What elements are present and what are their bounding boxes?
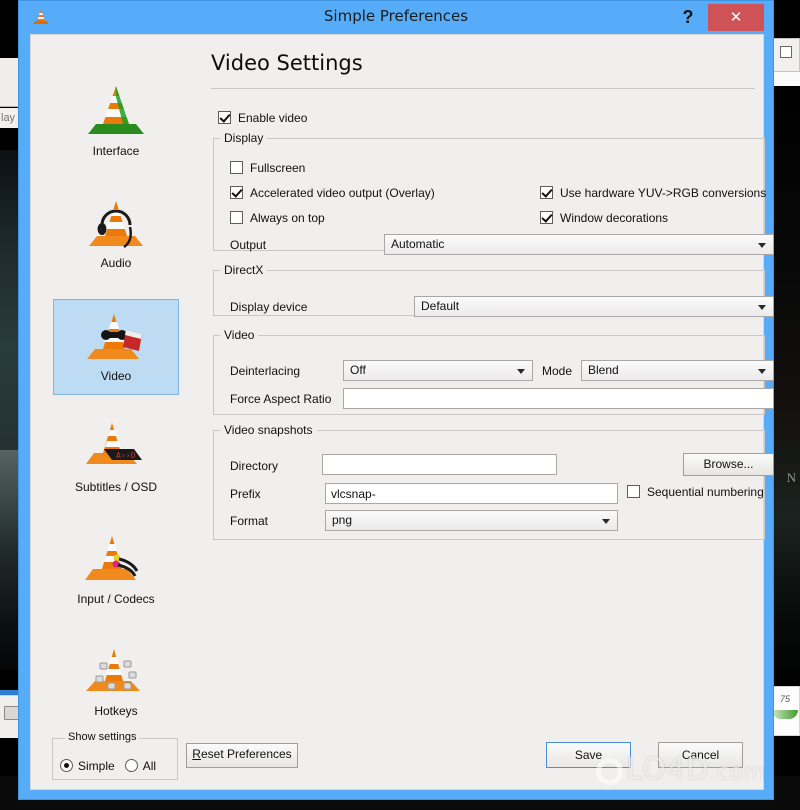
vlc-cone-subtitles-icon: A››O: [53, 411, 179, 477]
sequential-numbering-label: Sequential numbering: [647, 485, 764, 499]
radio-all-label: All: [142, 759, 157, 773]
sidebar-item-label: Video: [100, 369, 132, 383]
always-on-top-label: Always on top: [250, 211, 325, 225]
mode-select[interactable]: Blend: [581, 360, 774, 381]
vlc-cone-clapper-icon: [54, 300, 178, 366]
save-button[interactable]: Save: [546, 742, 631, 768]
snapshot-format-value: png: [332, 513, 353, 527]
enable-video-label: Enable video: [238, 111, 308, 125]
enable-video-checkbox[interactable]: Enable video: [218, 111, 307, 125]
checkbox-box: [218, 111, 231, 124]
snapshot-format-select[interactable]: png: [325, 510, 618, 531]
sidebar-item-label: Subtitles / OSD: [74, 480, 158, 494]
reset-preferences-label: eset Preferences: [200, 747, 292, 761]
video-group-legend: Video: [224, 328, 255, 342]
yuv-rgb-label: Use hardware YUV->RGB conversions: [560, 186, 767, 200]
browse-button[interactable]: Browse...: [683, 453, 774, 476]
display-device-value: Default: [421, 299, 460, 313]
window-title: Simple Preferences: [323, 7, 469, 25]
format-label: Format: [230, 514, 269, 528]
output-select[interactable]: Automatic: [384, 234, 774, 255]
display-device-select[interactable]: Default: [414, 296, 774, 317]
page-title-divider: [211, 88, 755, 89]
settings-sidebar: Interface Audio Video A››O Subtitles / O…: [31, 35, 201, 759]
checkbox-box: [540, 186, 553, 199]
force-aspect-ratio-label: Force Aspect Ratio: [230, 392, 332, 406]
deinterlacing-label: Deinterlacing: [230, 364, 301, 378]
output-value: Automatic: [391, 237, 445, 251]
background-right-checkbox: [780, 46, 792, 58]
directx-group-legend: DirectX: [224, 263, 264, 277]
window-decorations-label: Window decorations: [560, 211, 669, 225]
background-video-right: [770, 86, 800, 686]
mode-value: Blend: [588, 363, 619, 377]
chevron-down-icon: [758, 369, 766, 374]
always-on-top-checkbox[interactable]: Always on top: [230, 211, 325, 225]
sidebar-item-label: Interface: [92, 144, 140, 158]
vlc-cone-interface-icon: [53, 75, 179, 141]
sidebar-item-interface[interactable]: Interface: [53, 75, 179, 171]
display-device-label: Display device: [230, 300, 308, 314]
svg-text:A››O: A››O: [116, 451, 135, 460]
show-settings-legend: Show settings: [65, 731, 140, 743]
sidebar-item-audio[interactable]: Audio: [53, 187, 179, 283]
sidebar-item-label: Audio: [100, 256, 132, 270]
show-settings-radios: Simple All: [60, 759, 166, 773]
checkbox-box: [230, 161, 243, 174]
checkbox-box: [540, 211, 553, 224]
background-right-glyph: N: [786, 470, 796, 485]
sidebar-item-label: Hotkeys: [94, 704, 138, 718]
dialog-content: Interface Audio Video A››O Subtitles / O…: [30, 34, 774, 790]
dialog-footer: Show settings Simple All Reset Preference…: [31, 729, 763, 789]
snapshot-directory-input[interactable]: [322, 454, 557, 475]
sequential-numbering-checkbox[interactable]: Sequential numbering: [627, 485, 764, 499]
window-decorations-checkbox[interactable]: Window decorations: [540, 211, 668, 225]
background-right-number: 75: [779, 694, 790, 704]
close-button[interactable]: ✕: [708, 4, 764, 31]
checkbox-box: [230, 211, 243, 224]
radio-all[interactable]: [124, 759, 138, 772]
yuv-rgb-checkbox[interactable]: Use hardware YUV->RGB conversions: [540, 186, 766, 200]
prefix-label: Prefix: [230, 487, 261, 501]
sidebar-item-label: Input / Codecs: [77, 592, 155, 606]
help-button[interactable]: ?: [675, 3, 701, 32]
background-right-strip: [770, 72, 800, 86]
chevron-down-icon: [758, 305, 766, 310]
simple-preferences-dialog: Simple Preferences ? ✕ Interface Audio V…: [18, 0, 774, 800]
radio-simple[interactable]: [60, 759, 73, 772]
sidebar-item-video[interactable]: Video: [53, 299, 179, 395]
directory-label: Directory: [230, 459, 279, 473]
chevron-down-icon: [602, 519, 610, 524]
display-group-legend: Display: [224, 131, 264, 145]
deinterlacing-select[interactable]: Off: [343, 360, 533, 381]
checkbox-box: [627, 485, 640, 498]
snapshot-prefix-input[interactable]: [325, 483, 618, 504]
fullscreen-checkbox[interactable]: Fullscreen: [230, 161, 305, 175]
fullscreen-label: Fullscreen: [250, 161, 306, 175]
vlc-cone-cables-icon: [53, 523, 179, 589]
sidebar-item-input-codecs[interactable]: Input / Codecs: [53, 523, 179, 619]
page-title: Video Settings: [211, 51, 363, 75]
sidebar-item-subtitles-osd[interactable]: A››O Subtitles / OSD: [53, 411, 179, 507]
chevron-down-icon: [517, 369, 525, 374]
checkbox-box: [230, 186, 243, 199]
chevron-down-icon: [758, 243, 766, 248]
video-snapshots-group-legend: Video snapshots: [224, 423, 313, 437]
vlc-cone-headphones-icon: [53, 187, 179, 253]
show-settings-group: Show settings Simple All: [52, 731, 178, 780]
sidebar-item-hotkeys[interactable]: Hotkeys: [53, 635, 179, 731]
settings-page: Video Settings Enable video Display Full…: [201, 35, 774, 789]
accelerated-video-output-label: Accelerated video output (Overlay): [250, 186, 435, 200]
cancel-button[interactable]: Cancel: [658, 742, 743, 768]
radio-simple-label: Simple: [78, 759, 115, 773]
mode-label: Mode: [542, 364, 573, 378]
title-bar: Simple Preferences ? ✕: [19, 1, 773, 34]
output-label: Output: [230, 238, 267, 252]
accelerated-video-output-checkbox[interactable]: Accelerated video output (Overlay): [230, 186, 435, 200]
vlc-cone-keyboard-icon: [53, 635, 179, 701]
reset-mnemonic: R: [192, 747, 201, 761]
force-aspect-ratio-input[interactable]: [343, 388, 774, 409]
deinterlacing-value: Off: [350, 363, 366, 377]
reset-preferences-button[interactable]: Reset Preferences: [186, 743, 298, 768]
